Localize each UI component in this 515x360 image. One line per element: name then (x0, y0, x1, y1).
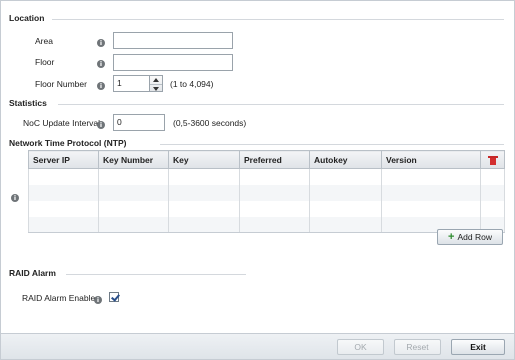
ntp-section-title: Network Time Protocol (NTP) (9, 138, 127, 148)
noc-update-interval-info-icon[interactable]: i (97, 121, 105, 129)
floor-number-stepper[interactable] (150, 75, 163, 92)
table-row (28, 216, 505, 233)
raid-alarm-divider (66, 274, 246, 275)
floor-number-info-icon[interactable]: i (97, 82, 105, 90)
stepper-up-icon[interactable] (150, 76, 162, 84)
ntp-info-icon[interactable]: i (11, 194, 19, 202)
exit-button[interactable]: Exit (451, 339, 505, 355)
column-version[interactable]: Version (381, 150, 481, 169)
ntp-server-table: Server IP Key Number Key Preferred Autok… (28, 150, 505, 233)
plus-icon: + (448, 231, 455, 243)
raid-alarm-enable-checkbox[interactable] (109, 292, 119, 302)
raid-alarm-enable-label: RAID Alarm Enable (22, 293, 96, 303)
noc-update-interval-label: NoC Update Interval (23, 118, 101, 128)
ntp-divider (160, 144, 504, 145)
column-autokey[interactable]: Autokey (309, 150, 382, 169)
floor-number-input[interactable]: 1 (113, 75, 150, 92)
reset-button[interactable]: Reset (394, 339, 441, 355)
column-preferred[interactable]: Preferred (239, 150, 310, 169)
add-row-label: Add Row (457, 232, 492, 242)
table-row (28, 200, 505, 217)
delete-trash-icon[interactable] (487, 155, 498, 165)
floor-label: Floor (35, 57, 55, 67)
raid-alarm-info-icon[interactable]: i (94, 296, 102, 304)
noc-update-interval-input[interactable]: 0 (113, 114, 165, 131)
delete-column-header[interactable] (480, 150, 505, 169)
raid-alarm-section-title: RAID Alarm (9, 268, 56, 278)
statistics-section-title: Statistics (9, 98, 47, 108)
location-divider (52, 19, 504, 20)
statistics-divider (58, 104, 504, 105)
area-label: Area (35, 36, 53, 46)
column-key-number[interactable]: Key Number (98, 150, 169, 169)
ok-button[interactable]: OK (337, 339, 384, 355)
floor-number-label: Floor Number (35, 79, 87, 89)
column-key[interactable]: Key (168, 150, 240, 169)
ntp-table-header: Server IP Key Number Key Preferred Autok… (28, 150, 505, 169)
table-row (28, 184, 505, 201)
floor-input[interactable] (113, 54, 233, 71)
floor-number-range-hint: (1 to 4,094) (170, 79, 214, 89)
location-section-title: Location (9, 13, 45, 23)
table-row (28, 168, 505, 185)
floor-info-icon[interactable]: i (97, 60, 105, 68)
stepper-down-icon[interactable] (150, 84, 162, 92)
noc-update-interval-hint: (0,5-3600 seconds) (173, 118, 247, 128)
add-row-button[interactable]: + Add Row (437, 229, 503, 245)
area-info-icon[interactable]: i (97, 39, 105, 47)
area-input[interactable] (113, 32, 233, 49)
column-server-ip[interactable]: Server IP (28, 150, 99, 169)
